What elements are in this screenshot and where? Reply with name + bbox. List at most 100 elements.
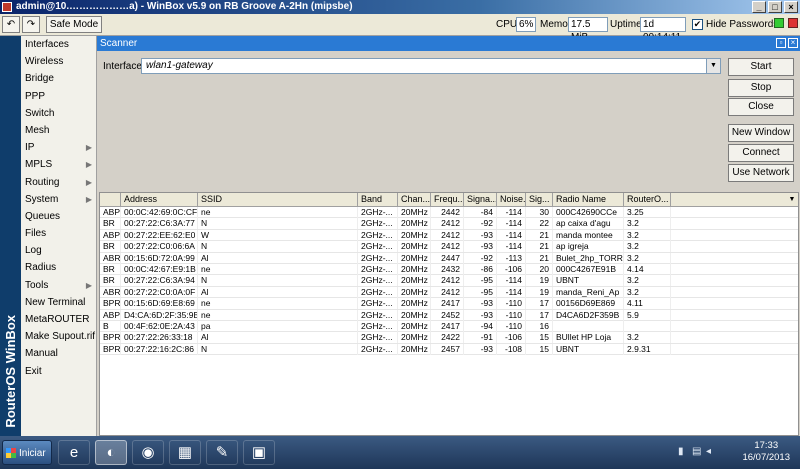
column-header-routeros[interactable]: RouterO...: [624, 193, 671, 207]
internet-explorer-icon[interactable]: e: [58, 440, 90, 465]
cell-ssid: Al: [198, 252, 358, 264]
sidebar-item-system[interactable]: System ▶: [21, 191, 96, 208]
column-header-channel-width[interactable]: Chan...: [398, 193, 431, 207]
maximize-button[interactable]: □: [768, 1, 782, 13]
chrome-icon[interactable]: ◉: [132, 440, 164, 465]
winbox-app-icon: [2, 2, 12, 12]
volume-icon[interactable]: ◂: [706, 446, 711, 457]
sidebar-item-label: Mesh: [25, 124, 50, 136]
cell-frequency: 2412: [431, 218, 464, 230]
cell-snr: 19: [526, 275, 553, 287]
sidebar-item-exit[interactable]: Exit: [21, 363, 96, 380]
media-icon[interactable]: ▣: [243, 440, 275, 465]
cell-snr: 17: [526, 309, 553, 321]
sidebar-item-metarouter[interactable]: MetaROUTER: [21, 311, 96, 328]
interface-select[interactable]: wlan1-gateway ▼: [141, 58, 721, 74]
cell-frequency: 2442: [431, 207, 464, 218]
cell-band: 2GHz-...: [358, 343, 398, 355]
table-row[interactable]: BPR 00:27:22:16:2C:86 N 2GHz-... 20MHz 2457 -9…: [100, 343, 798, 356]
sidebar-item-label: Log: [25, 245, 42, 257]
scanner-close-icon[interactable]: ×: [788, 38, 798, 48]
network-icon[interactable]: ▤: [692, 446, 701, 457]
column-header-ssid[interactable]: SSID: [198, 193, 358, 207]
table-row[interactable]: ABP 00:27:22:EE:62:E0 W 2GHz-... 20MHz 2412 -9…: [100, 229, 798, 242]
winbox-taskbar-icon[interactable]: ◐: [95, 440, 127, 465]
sidebar-item-queues[interactable]: Queues: [21, 208, 96, 225]
battery-icon[interactable]: ▮: [678, 446, 684, 457]
column-header-address[interactable]: Address: [121, 193, 198, 207]
use-network-button[interactable]: Use Network: [728, 164, 794, 182]
sidebar-item-radius[interactable]: Radius: [21, 259, 96, 276]
sidebar-item-interfaces[interactable]: Interfaces: [21, 36, 96, 53]
stop-button[interactable]: Stop: [728, 79, 794, 97]
start-button[interactable]: Start: [728, 58, 794, 76]
table-row[interactable]: ABR 00:27:22:C0:0A:0F Al 2GHz-... 20MHz 2412-…: [100, 286, 798, 299]
cell-routeros: [624, 320, 671, 332]
cell-noise: -113: [497, 252, 526, 264]
column-header-signal[interactable]: Signa...: [464, 193, 497, 207]
close-button[interactable]: ×: [784, 1, 798, 13]
safe-mode-button[interactable]: Safe Mode: [46, 16, 102, 33]
cell-snr: 21: [526, 229, 553, 241]
cell-channel-width: 20MHz: [398, 332, 431, 344]
sidebar-item-label: Make Supout.rif: [25, 331, 96, 343]
sidebar-item-tools[interactable]: Tools ▶: [21, 277, 96, 294]
column-header-band[interactable]: Band: [358, 193, 398, 207]
table-row[interactable]: BPR 00:27:22:26:33:18 Al 2GHz-... 20MHz 2422-…: [100, 332, 798, 344]
sidebar-item-ppp[interactable]: PPP: [21, 88, 96, 105]
sidebar-item-files[interactable]: Files: [21, 225, 96, 242]
clock[interactable]: 17:33 16/07/2013: [742, 440, 790, 464]
windows-logo-icon: [6, 448, 16, 458]
cell-snr: 19: [526, 286, 553, 298]
table-row[interactable]: BR 00:27:22:C6:3A:77 N 2GHz-... 20MHz 2412 -92…: [100, 218, 798, 230]
table-row[interactable]: BPR 00:15:6D:69:E8:69 ne 2GHz-... 20MHz 2417-…: [100, 298, 798, 310]
connect-button[interactable]: Connect: [728, 144, 794, 162]
sidebar-item-mesh[interactable]: Mesh: [21, 122, 96, 139]
submenu-arrow-icon: ▶: [85, 177, 92, 187]
scanner-restore-icon[interactable]: ▫: [776, 38, 786, 48]
cell-routeros: 3.2: [624, 218, 671, 230]
cell-snr: 16: [526, 320, 553, 332]
column-header-snr[interactable]: Sig...: [526, 193, 553, 207]
sidebar-item-switch[interactable]: Switch: [21, 105, 96, 122]
network-app-icon[interactable]: ▦: [169, 440, 201, 465]
sidebar-item-new-terminal[interactable]: New Terminal: [21, 294, 96, 311]
minimize-button[interactable]: _: [752, 1, 766, 13]
start-button[interactable]: Iniciar: [2, 440, 52, 465]
sidebar-item-wireless[interactable]: Wireless: [21, 53, 96, 70]
sidebar-item-label: Manual: [25, 348, 58, 360]
table-row[interactable]: BR 00:0C:42:67:E9:1B ne 2GHz-... 20MHz 2432 -8…: [100, 263, 798, 276]
redo-button[interactable]: ↷: [22, 16, 40, 33]
cell-signal: -93: [464, 343, 497, 355]
sidebar-item-make-supout[interactable]: Make Supout.rif: [21, 328, 96, 345]
table-row[interactable]: BR 00:27:22:C0:06:6A N 2GHz-... 20MHz 2412 -93…: [100, 241, 798, 253]
table-row[interactable]: B 00:4F:62:0E:2A:43 pa 2GHz-... 20MHz 2417 -94…: [100, 320, 798, 333]
cell-radio-name: UBNT: [553, 343, 624, 355]
memory-value: 17.5 MiB: [568, 17, 608, 43]
table-row[interactable]: BR 00:27:22:C6:3A:94 N 2GHz-... 20MHz 2412 -95…: [100, 275, 798, 287]
table-row[interactable]: ABP 00:0C:42:69:0C:CF ne 2GHz-... 20MHz 2442-…: [100, 207, 798, 219]
column-header-noise[interactable]: Noise...: [497, 193, 526, 207]
columns-dropdown-icon[interactable]: ▼: [786, 193, 798, 207]
cell-signal: -94: [464, 320, 497, 332]
hide-passwords-checkbox[interactable]: ✔: [692, 19, 703, 30]
column-header-radio-name[interactable]: Radio Name: [553, 193, 624, 207]
sidebar-item-log[interactable]: Log: [21, 242, 96, 259]
new-window-button[interactable]: New Window: [728, 124, 794, 142]
sidebar-item-bridge[interactable]: Bridge: [21, 70, 96, 87]
cell-frequency: 2422: [431, 332, 464, 344]
table-row[interactable]: ABR 00:15:6D:72:0A:99 Al 2GHz-... 20MHz 2447-…: [100, 252, 798, 264]
undo-button[interactable]: ↶: [2, 16, 20, 33]
table-row[interactable]: ABP D4:CA:6D:2F:35:9B ne 2GHz-... 20MHz 2452-…: [100, 309, 798, 321]
sidebar-item-mpls[interactable]: MPLS ▶: [21, 156, 96, 173]
sidebar-item-label: Queues: [25, 210, 61, 222]
paint-icon[interactable]: ✎: [206, 440, 238, 465]
cell-band: 2GHz-...: [358, 320, 398, 332]
sidebar-item-manual[interactable]: Manual: [21, 345, 96, 362]
chevron-down-icon[interactable]: ▼: [706, 59, 720, 73]
close-button[interactable]: Close: [728, 98, 794, 116]
sidebar-item-ip[interactable]: IP ▶: [21, 139, 96, 156]
column-header-flags[interactable]: [100, 193, 121, 207]
column-header-frequency[interactable]: Frequ...: [431, 193, 464, 207]
sidebar-item-routing[interactable]: Routing ▶: [21, 174, 96, 191]
